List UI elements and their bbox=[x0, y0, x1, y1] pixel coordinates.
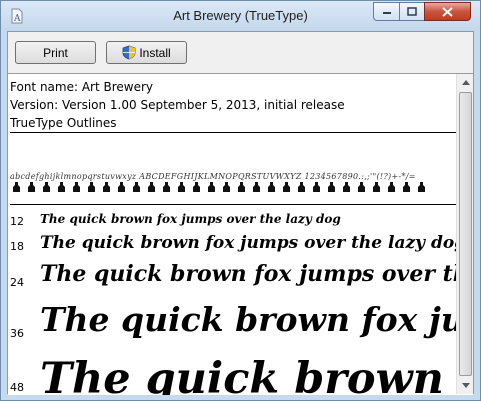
print-button-label: Print bbox=[43, 45, 68, 60]
missing-glyph-bottle-icon bbox=[403, 182, 410, 192]
sample-text: The quick brown fox jumps over the lazy … bbox=[40, 261, 458, 287]
sample-row-24: 24 The quick brown fox jumps over the la… bbox=[10, 259, 458, 295]
title-bar[interactable]: A Art Brewery (TrueType) bbox=[1, 1, 480, 31]
sample-row-36: 36 The quick brown fox jumps over the la… bbox=[10, 296, 458, 356]
sample-text: The quick brown fox jumps over the lazy … bbox=[40, 233, 458, 253]
print-button[interactable]: Print bbox=[15, 41, 96, 64]
sample-text: The quick brown fox jumps over the lazy … bbox=[40, 212, 341, 226]
missing-glyph-bottle-icon bbox=[58, 182, 65, 192]
missing-glyph-bottle-icon bbox=[238, 182, 245, 192]
uac-shield-icon bbox=[122, 45, 136, 60]
install-button[interactable]: Install bbox=[106, 41, 187, 64]
font-info: Font name: Art Brewery Version: Version … bbox=[10, 78, 345, 132]
sample-row-12: 12 The quick brown fox jumps over the la… bbox=[10, 210, 458, 230]
close-button[interactable] bbox=[424, 2, 471, 21]
scroll-down-button[interactable] bbox=[457, 377, 473, 394]
maximize-icon bbox=[407, 7, 417, 16]
missing-glyph-bottle-icon bbox=[193, 182, 200, 192]
close-icon bbox=[442, 6, 453, 17]
client-area: Print Install Font name: Art Brewery Ver… bbox=[7, 31, 474, 395]
missing-glyph-bottle-icon bbox=[418, 182, 425, 192]
scrollbar-thumb[interactable] bbox=[459, 92, 472, 376]
missing-glyph-bottle-icon bbox=[178, 182, 185, 192]
maximize-button[interactable] bbox=[399, 2, 425, 21]
scroll-up-arrow-icon bbox=[461, 80, 470, 85]
sample-row-18: 18 The quick brown fox jumps over the la… bbox=[10, 231, 458, 257]
missing-glyph-bottle-icon bbox=[103, 182, 110, 192]
missing-glyph-bottle-icon bbox=[148, 182, 155, 192]
missing-glyph-bottle-icon bbox=[283, 182, 290, 192]
missing-glyph-bottle-icon bbox=[13, 182, 20, 192]
sample-size-label: 18 bbox=[10, 240, 24, 253]
font-type-text: TrueType Outlines bbox=[10, 116, 117, 130]
missing-glyph-bottle-icon bbox=[223, 182, 230, 192]
missing-glyph-bottle-icon bbox=[88, 182, 95, 192]
sample-text: The quick brown fox jumps over the lazy … bbox=[40, 356, 458, 395]
missing-glyph-bottle-icon bbox=[73, 182, 80, 192]
missing-glyph-bottle-icon bbox=[343, 182, 350, 192]
missing-glyph-bottle-icon bbox=[28, 182, 35, 192]
scroll-down-arrow-icon bbox=[461, 383, 470, 388]
sample-size-label: 12 bbox=[10, 215, 24, 228]
missing-glyph-bottle-icon bbox=[133, 182, 140, 192]
font-version-text: Version: Version 1.00 September 5, 2013,… bbox=[10, 98, 345, 112]
sample-size-label: 36 bbox=[10, 327, 24, 340]
divider bbox=[10, 204, 456, 205]
font-name-text: Font name: Art Brewery bbox=[10, 80, 154, 94]
sample-text: The quick brown fox jumps over the lazy … bbox=[40, 300, 458, 339]
missing-glyph-row bbox=[12, 182, 426, 192]
sample-row-48: 48 The quick brown fox jumps over the la… bbox=[10, 356, 458, 395]
character-set-sample: abcdefghijklmnopqrstuvwxyz ABCDEFGHIJKLM… bbox=[10, 172, 416, 181]
missing-glyph-bottle-icon bbox=[118, 182, 125, 192]
minimize-icon bbox=[382, 11, 391, 14]
divider bbox=[10, 132, 456, 133]
font-preview-pane[interactable]: Font name: Art Brewery Version: Version … bbox=[8, 73, 473, 395]
missing-glyph-bottle-icon bbox=[163, 182, 170, 192]
missing-glyph-bottle-icon bbox=[373, 182, 380, 192]
missing-glyph-bottle-icon bbox=[328, 182, 335, 192]
minimize-button[interactable] bbox=[373, 2, 400, 21]
missing-glyph-bottle-icon bbox=[268, 182, 275, 192]
vertical-scrollbar[interactable] bbox=[456, 74, 473, 394]
missing-glyph-bottle-icon bbox=[313, 182, 320, 192]
sample-size-label: 24 bbox=[10, 276, 24, 289]
font-viewer-window: A Art Brewery (TrueType) Print Install F… bbox=[0, 0, 481, 401]
missing-glyph-bottle-icon bbox=[388, 182, 395, 192]
missing-glyph-bottle-icon bbox=[43, 182, 50, 192]
scroll-up-button[interactable] bbox=[457, 74, 473, 91]
install-button-label: Install bbox=[139, 45, 171, 60]
sample-size-label: 48 bbox=[10, 381, 24, 394]
missing-glyph-bottle-icon bbox=[208, 182, 215, 192]
missing-glyph-bottle-icon bbox=[358, 182, 365, 192]
missing-glyph-bottle-icon bbox=[253, 182, 260, 192]
missing-glyph-bottle-icon bbox=[298, 182, 305, 192]
